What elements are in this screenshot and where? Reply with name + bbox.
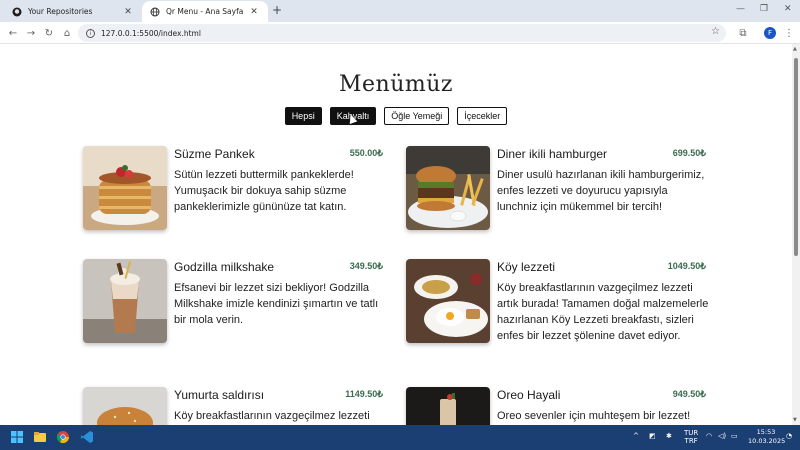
extensions-icon[interactable]: ⧉ — [736, 26, 750, 40]
filter-all-button[interactable]: Hepsi — [284, 107, 322, 125]
item-description: Oreo sevenler için muhteşem bir lezzet! — [497, 410, 691, 422]
scroll-up-icon[interactable]: ▲ — [793, 46, 797, 52]
item-price: 949.50₺ — [672, 389, 706, 399]
url-text: 127.0.0.1:5500/index.html — [101, 28, 201, 38]
windows-start-icon[interactable] — [10, 430, 24, 444]
system-clock[interactable]: 15:53 10.03.2025 — [748, 428, 786, 446]
notification-bell-icon[interactable]: ◔ — [786, 432, 792, 440]
item-description: Efsanevi bir lezzet sizi bekliyor! Godzi… — [174, 282, 379, 326]
new-tab-button[interactable]: + — [270, 3, 284, 17]
volume-icon[interactable]: ◁) — [718, 432, 726, 440]
clock-time: 15:53 — [756, 428, 776, 436]
page-title: Menümüz — [338, 72, 453, 97]
github-icon — [12, 7, 22, 17]
pancakes-image — [83, 146, 167, 230]
home-icon[interactable]: ⌂ — [60, 26, 74, 40]
more-menu-icon[interactable]: ⋮ — [782, 26, 796, 40]
language-code: TUR — [684, 429, 699, 437]
browser-toolbar: ← → ↻ ⌂ i 127.0.0.1:5500/index.html ☆ ⧉ … — [0, 22, 800, 44]
clock-date: 10.03.2025 — [748, 437, 786, 445]
item-price: 1149.50₺ — [345, 389, 383, 399]
item-name: Köy lezzeti — [497, 260, 556, 274]
item-description: Köy breakfastlarının vazgeçilmez lezzeti… — [497, 282, 709, 342]
item-price: 699.50₺ — [672, 148, 706, 158]
tray-chevron-icon[interactable]: ^ — [633, 432, 639, 440]
item-name: Diner ikili hamburger — [497, 147, 608, 161]
minimize-icon[interactable]: — — [736, 4, 745, 14]
tab-qr-menu[interactable]: Qr Menu - Ana Sayfa ✕ — [142, 1, 268, 22]
item-name: Süzme Pankek — [174, 147, 255, 161]
reload-icon[interactable]: ↻ — [42, 26, 56, 40]
tab-strip: Your Repositories ✕ Qr Menu - Ana Sayfa … — [0, 0, 800, 22]
category-filters: Hepsi Kahvaltı Öğle Yemeği İçecekler — [0, 107, 792, 125]
oreo-drink-image — [406, 387, 490, 425]
burger-fries-image — [406, 146, 490, 230]
vscode-icon[interactable] — [80, 430, 94, 444]
forward-arrow-icon[interactable]: → — [24, 26, 38, 40]
tab-title: Your Repositories — [28, 7, 93, 16]
window-close-icon[interactable]: ✕ — [784, 4, 792, 14]
scrollbar-thumb[interactable] — [794, 58, 798, 256]
breakfast-plate-image — [406, 259, 490, 343]
item-name: Godzilla milkshake — [174, 260, 275, 274]
chrome-icon[interactable] — [56, 430, 70, 444]
item-price: 349.50₺ — [349, 261, 383, 271]
bookmark-star-icon[interactable]: ☆ — [711, 26, 720, 37]
address-bar[interactable]: i 127.0.0.1:5500/index.html ☆ — [78, 24, 726, 42]
item-price: 1049.50₺ — [667, 261, 706, 271]
item-name: Yumurta saldırısı — [174, 388, 265, 402]
file-explorer-icon[interactable] — [33, 430, 47, 444]
close-icon[interactable]: ✕ — [122, 7, 134, 17]
language-indicator[interactable]: TUR TRF — [684, 429, 698, 445]
egg-burger-image — [83, 387, 167, 425]
item-price: 550.00₺ — [349, 148, 383, 158]
back-arrow-icon[interactable]: ← — [6, 26, 20, 40]
profile-avatar[interactable]: F — [764, 27, 776, 39]
wifi-icon[interactable]: ◠ — [706, 432, 712, 440]
filter-lunch-button[interactable]: Öğle Yemeği — [384, 107, 450, 125]
keyboard-layout: TRF — [684, 437, 698, 445]
tray-app-icon[interactable]: ◩ — [649, 432, 656, 440]
item-description: Sütün lezzeti buttermilk pankeklerde! Yu… — [174, 169, 354, 213]
tab-title: Qr Menu - Ana Sayfa — [166, 7, 244, 16]
tray-bluetooth-icon[interactable]: ✱ — [666, 432, 672, 440]
maximize-icon[interactable]: ❐ — [760, 4, 768, 14]
tab-your-repositories[interactable]: Your Repositories ✕ — [4, 1, 142, 22]
item-description: Köy breakfastlarının vazgeçilmez lezzeti — [174, 410, 370, 422]
battery-icon[interactable]: ▭ — [731, 432, 738, 440]
filter-drinks-button[interactable]: İçecekler — [457, 107, 508, 125]
item-name: Oreo Hayali — [497, 388, 561, 402]
taskbar: ^ ◩ ✱ TUR TRF ◠ ◁) ▭ 15:53 10.03.2025 ◔ — [0, 425, 800, 450]
item-description: Diner usulü hazırlanan ikili hamburgerim… — [497, 169, 705, 213]
milkshake-image — [83, 259, 167, 343]
site-info-icon[interactable]: i — [86, 28, 95, 38]
close-icon[interactable]: ✕ — [248, 7, 260, 17]
page-viewport: Menümüz Hepsi Kahvaltı Öğle Yemeği İçece… — [0, 44, 792, 425]
scroll-down-icon[interactable]: ▼ — [793, 417, 797, 423]
globe-icon — [150, 7, 160, 17]
